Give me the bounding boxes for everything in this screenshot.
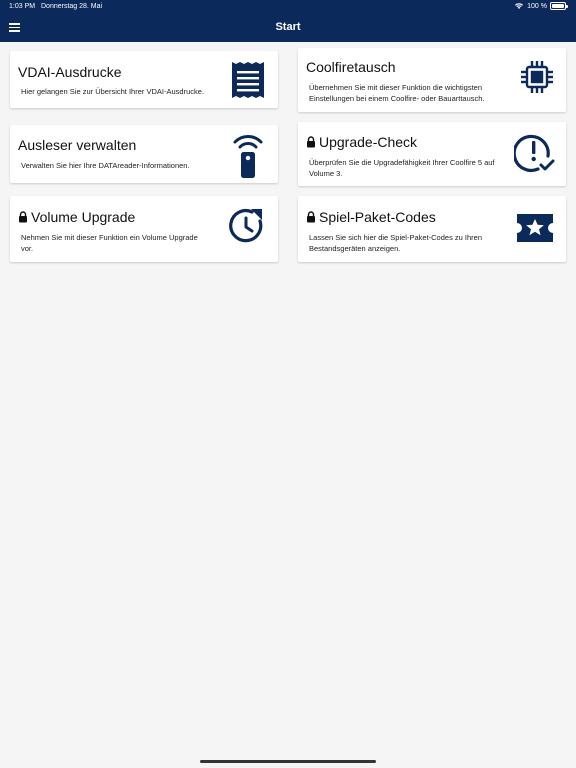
card-vdai-ausdrucke[interactable]: VDAI-Ausdrucke Hier gelangen Sie zur Übe… [10, 51, 278, 108]
page-title: Start [275, 21, 301, 33]
card-title-text: Spiel-Paket-Codes [319, 209, 436, 225]
card-description: Lassen Sie sich hier die Spiel-Paket-Cod… [309, 233, 483, 253]
card-title-text: Volume Upgrade [31, 209, 136, 225]
status-time: 1:03 PM [9, 3, 36, 10]
card-title-text: VDAI-Ausdrucke [18, 64, 122, 80]
card-title: Coolfiretausch [306, 59, 396, 75]
reader-icon [233, 135, 263, 178]
top-app-bar: 1:03 PM Donnerstag 28. Mai 100 % Start [0, 0, 576, 42]
card-coolfiretausch[interactable]: Coolfiretausch Übernehmen Sie mit dieser… [298, 48, 566, 112]
battery-icon [550, 2, 568, 10]
receipt-icon [232, 62, 264, 98]
card-spiel-paket-codes[interactable]: Spiel-Paket-Codes Lassen Sie sich hier d… [298, 196, 566, 262]
clock-upgrade-icon [229, 209, 263, 243]
lock-icon [307, 211, 315, 223]
card-title: VDAI-Ausdrucke [18, 64, 121, 80]
card-title: Volume Upgrade [18, 209, 135, 225]
lock-icon [19, 211, 27, 223]
chip-icon [521, 61, 553, 93]
card-upgrade-check[interactable]: Upgrade-Check Überprüfen Sie die Upgrade… [298, 122, 566, 186]
card-title: Spiel-Paket-Codes [306, 209, 436, 225]
card-description: Überprüfen Sie die Upgradefähigkeit Ihre… [309, 158, 495, 178]
card-title-text: Upgrade-Check [319, 134, 418, 150]
card-description: Hier gelangen Sie zur Übersicht Ihrer VD… [21, 87, 204, 96]
ticket-star-icon [517, 214, 553, 242]
battery-percentage: 100 % [527, 2, 547, 10]
alert-check-icon [514, 134, 555, 173]
card-description: Nehmen Sie mit dieser Funktion ein Volum… [21, 233, 198, 253]
card-ausleser-verwalten[interactable]: Ausleser verwalten Verwalten Sie hier Ih… [10, 125, 278, 183]
card-description: Übernehmen Sie mit dieser Funktion die w… [309, 83, 485, 103]
home-indicator[interactable] [200, 760, 376, 763]
lock-icon [307, 136, 315, 148]
card-title: Ausleser verwalten [18, 137, 136, 153]
card-volume-upgrade[interactable]: Volume Upgrade Nehmen Sie mit dieser Fun… [10, 196, 278, 262]
card-title-text: Coolfiretausch [306, 59, 396, 75]
card-title: Upgrade-Check [306, 134, 417, 150]
status-indicators: 100 % [514, 2, 568, 10]
status-date: Donnerstag 28. Mai [41, 3, 103, 10]
card-description: Verwalten Sie hier Ihre DATAreader-Infor… [21, 161, 190, 170]
wifi-icon [515, 3, 524, 9]
card-title-text: Ausleser verwalten [18, 137, 137, 153]
